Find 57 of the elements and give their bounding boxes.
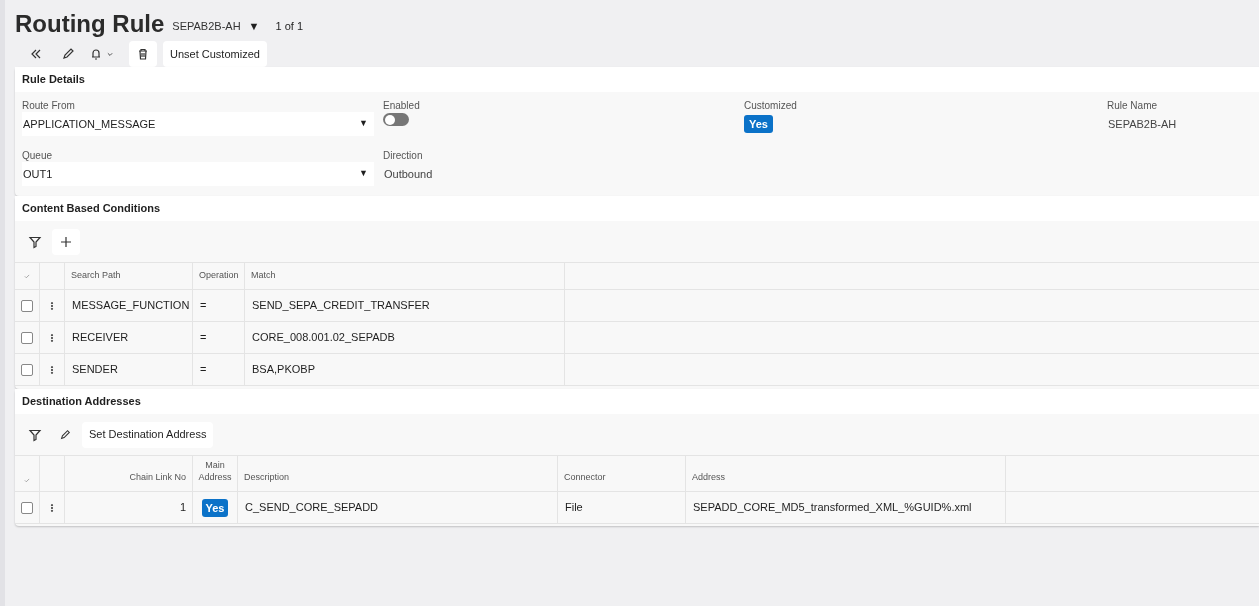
section-title: Destination Addresses: [22, 394, 141, 410]
dropdown-field[interactable]: APPLICATION_MESSAGE ▼: [22, 112, 374, 136]
section-title: Rule Details: [22, 72, 85, 88]
column-header: Match: [251, 269, 276, 283]
table-cell-text: =: [200, 298, 207, 314]
column-header: Connector: [564, 471, 606, 483]
yes-badge: Yes: [201, 498, 229, 517]
record-counter: 1 of 1: [274, 18, 303, 34]
delete-button[interactable]: [129, 41, 157, 67]
table-cell-text: SEPADD_CORE_MD5_transformed_XML_%GUID%.xml: [693, 500, 972, 516]
table-cell-text: 1: [179, 500, 186, 516]
section-title: Content Based Conditions: [22, 201, 161, 217]
table-cell-text: CORE_008.001.02_SEPADB: [252, 330, 395, 346]
field-label: Rule Name: [1107, 99, 1159, 112]
field-value: Outbound: [383, 167, 434, 182]
row-checkbox[interactable]: [21, 363, 33, 376]
table-cell-text: RECEIVER: [72, 330, 129, 346]
double-chevron-left-icon: [29, 47, 43, 61]
table-cell-text: File: [565, 500, 583, 516]
table-cell-text: BSA,PKOBP: [252, 362, 315, 378]
column-header: Description: [244, 471, 290, 483]
field-label: Queue: [22, 149, 54, 162]
field-label: Customized: [744, 99, 798, 112]
table-cell-text: MESSAGE_FUNCTION: [72, 298, 190, 314]
pencil-icon: [61, 47, 75, 61]
record-dropdown-caret[interactable]: ▼: [248, 17, 260, 36]
column-header: Search Path: [71, 269, 121, 283]
row-checkbox[interactable]: [21, 299, 33, 312]
table-cell-text: =: [200, 330, 207, 346]
record-name: SEPAB2B-AH: [172, 18, 241, 34]
field-label: Direction: [383, 149, 424, 162]
pencil-icon: [59, 428, 71, 441]
row-checkbox[interactable]: [21, 501, 33, 514]
trash-icon: [136, 47, 150, 61]
table-cell-text: SEND_SEPA_CREDIT_TRANSFER: [252, 298, 430, 314]
column-header: Chain Link No: [129, 471, 186, 483]
unset-customized-button[interactable]: Unset Customized: [163, 41, 267, 67]
dropdown-field[interactable]: OUT1 ▼: [22, 162, 374, 186]
field-value: SEPAB2B-AH: [1107, 117, 1178, 132]
plus-icon: [59, 234, 73, 249]
yes-badge: Yes: [744, 115, 773, 133]
table-cell-text: SENDER: [72, 362, 118, 378]
field-label: Enabled: [383, 99, 421, 112]
field-label: Route From: [22, 99, 76, 112]
bell-icon: [89, 47, 103, 61]
toggle-switch[interactable]: [383, 113, 409, 126]
table-cell-text: C_SEND_CORE_SEPADD: [245, 500, 379, 516]
add-button[interactable]: [52, 228, 80, 255]
filter-icon: [28, 427, 42, 442]
column-header: Address: [692, 471, 726, 483]
column-header: Operation: [199, 269, 239, 283]
column-header: Main Address: [197, 459, 233, 483]
table-cell-text: =: [200, 362, 207, 378]
filter-icon: [28, 234, 42, 249]
page-title: Routing Rule: [15, 12, 165, 36]
set-destination-address-button[interactable]: Set Destination Address: [82, 421, 214, 448]
row-checkbox[interactable]: [21, 331, 33, 344]
